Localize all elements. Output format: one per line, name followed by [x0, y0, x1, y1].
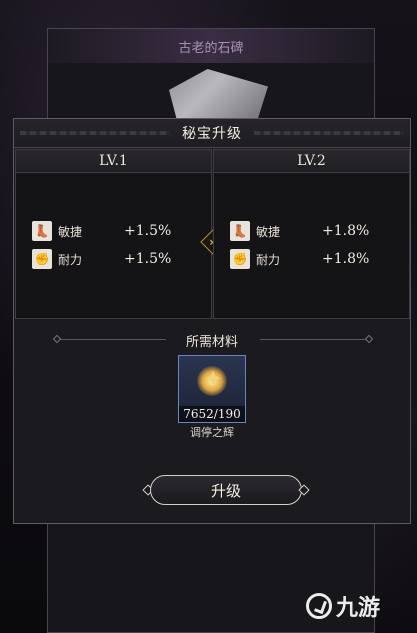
boot-icon: 👢 — [32, 221, 52, 241]
stat-value: +1.8% — [322, 223, 370, 239]
materials-divider-right — [260, 339, 368, 340]
star-gem-icon: ✦ — [202, 365, 224, 393]
stat-name: 耐力 — [256, 252, 281, 267]
stat-row-stamina: ✊ 耐力 +1.8% — [230, 248, 400, 270]
boot-icon: 👢 — [230, 221, 250, 241]
stat-value: +1.5% — [124, 251, 172, 267]
item-count: 7652/190 — [179, 406, 245, 422]
next-level-label: LV.2 — [214, 150, 409, 173]
material-item-slot[interactable]: ✦ 7652/190 — [178, 355, 246, 423]
materials-title: 所需材料 — [185, 335, 238, 350]
background-title-bar: 古老的石碑 — [48, 29, 374, 63]
stat-row-stamina: ✊ 耐力 +1.5% — [32, 248, 202, 270]
background-panel-title: 古老的石碑 — [178, 40, 244, 56]
header-ornament-right — [254, 131, 404, 135]
stat-name: 耐力 — [58, 252, 83, 267]
stat-value: +1.8% — [322, 251, 370, 267]
current-level-panel: LV.1 👢 敏捷 +1.5% ✊ 耐力 +1.5% — [15, 149, 212, 319]
header-ornament-left — [20, 131, 170, 135]
fist-icon: ✊ — [230, 249, 250, 269]
upgrade-dialog: 秘宝升级 LV.1 👢 敏捷 +1.5% ✊ 耐力 +1.5% » LV.2 👢… — [13, 118, 411, 524]
dialog-header: 秘宝升级 — [14, 119, 410, 148]
upgrade-button[interactable]: 升级 — [150, 475, 302, 505]
watermark-text: 九游 — [336, 596, 381, 621]
item-name: 调停之辉 — [190, 426, 234, 439]
stat-value: +1.5% — [124, 223, 172, 239]
stat-name: 敏捷 — [58, 224, 83, 239]
fist-icon: ✊ — [32, 249, 52, 269]
stat-name: 敏捷 — [256, 224, 281, 239]
dialog-title: 秘宝升级 — [182, 126, 242, 142]
next-level-panel: LV.2 👢 敏捷 +1.8% ✊ 耐力 +1.8% — [213, 149, 410, 319]
stat-row-agility: 👢 敏捷 +1.5% — [32, 220, 202, 242]
watermark-logo: 九游 — [306, 590, 380, 622]
watermark-icon — [306, 593, 332, 619]
stat-row-agility: 👢 敏捷 +1.8% — [230, 220, 400, 242]
current-level-label: LV.1 — [16, 150, 211, 173]
